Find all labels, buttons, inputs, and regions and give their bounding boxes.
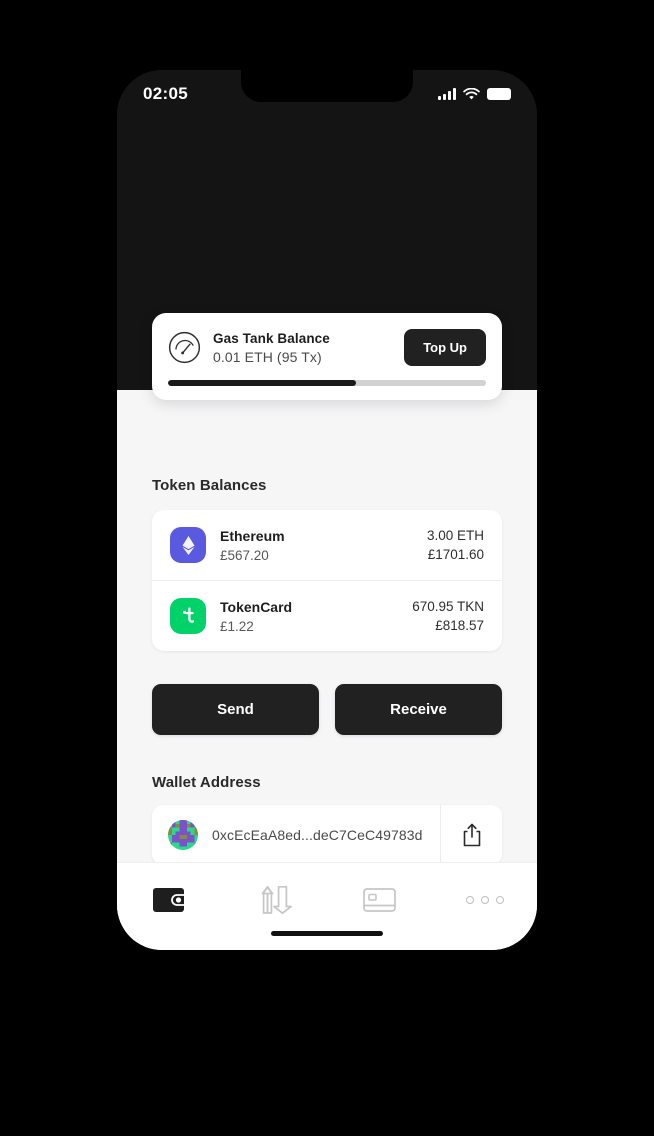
gas-text: Gas Tank Balance 0.01 ETH (95 Tx) (213, 331, 404, 365)
table-row[interactable]: TokenCard £1.22 670.95 TKN £818.57 (152, 580, 502, 651)
token-list: Ethereum £567.20 3.00 ETH £1701.60 Token… (152, 510, 502, 651)
token-values: 3.00 ETH £1701.60 (427, 528, 484, 562)
token-name: Ethereum (220, 527, 285, 544)
gas-tank-subtitle: 0.01 ETH (95 Tx) (213, 348, 322, 365)
action-buttons: Send Receive (152, 684, 502, 735)
token-names: Ethereum £567.20 (220, 528, 427, 563)
ethereum-icon (170, 527, 206, 563)
blockie-avatar-icon (168, 820, 198, 850)
status-time: 02:05 (143, 84, 188, 103)
gas-progress-bar (168, 380, 486, 386)
wallet-address-row[interactable]: 0xcEcEaA8ed...deC7CeC49783d (152, 805, 440, 865)
gas-progress-fill (168, 380, 356, 386)
status-icons (438, 87, 511, 101)
token-fiat-value: £1701.60 (427, 547, 484, 562)
table-row[interactable]: Ethereum £567.20 3.00 ETH £1701.60 (152, 510, 502, 580)
token-price: £567.20 (220, 547, 269, 563)
phone-screen: 02:05 Wallet Balance £2,520.17 Token Bal… (117, 70, 537, 950)
nav-item-card[interactable] (327, 879, 432, 921)
signal-bars-icon (438, 88, 456, 100)
nav-item-wallet[interactable] (117, 879, 222, 921)
token-names: TokenCard £1.22 (220, 599, 412, 634)
receive-button[interactable]: Receive (335, 684, 502, 735)
more-dots-icon (465, 896, 504, 904)
wallet-address-heading: Wallet Address (152, 774, 261, 791)
token-name: TokenCard (220, 598, 293, 615)
token-values: 670.95 TKN £818.57 (412, 599, 484, 633)
wallet-icon (152, 888, 184, 912)
top-up-button[interactable]: Top Up (404, 329, 486, 366)
token-amount: 3.00 ETH (426, 528, 484, 543)
token-balances-heading: Token Balances (152, 477, 267, 494)
phone-frame: 02:05 Wallet Balance £2,520.17 Token Bal… (102, 55, 552, 965)
nav-item-transactions[interactable] (222, 879, 327, 921)
tokencard-icon (170, 598, 206, 634)
battery-full-icon (487, 88, 511, 100)
device-notch (241, 70, 413, 102)
send-button[interactable]: Send (152, 684, 319, 735)
token-amount: 670.95 TKN (412, 599, 484, 614)
card-icon (362, 888, 396, 912)
token-price: £1.22 (220, 618, 254, 634)
bottom-nav (117, 862, 537, 950)
gauge-icon (168, 331, 201, 364)
gas-tank-card: Gas Tank Balance 0.01 ETH (95 Tx) Top Up (152, 313, 502, 400)
wallet-address-card: 0xcEcEaA8ed...deC7CeC49783d (152, 805, 502, 865)
token-fiat-value: £818.57 (435, 618, 484, 633)
transfer-arrows-icon (261, 885, 292, 915)
wifi-icon (463, 87, 480, 99)
gas-tank-title: Gas Tank Balance (213, 330, 330, 346)
share-icon (463, 823, 480, 847)
home-indicator (271, 931, 383, 936)
wallet-address-text: 0xcEcEaA8ed...deC7CeC49783d (212, 827, 423, 843)
share-button[interactable] (440, 805, 502, 865)
gas-card-top: Gas Tank Balance 0.01 ETH (95 Tx) Top Up (168, 329, 486, 366)
nav-item-more[interactable] (432, 879, 537, 921)
